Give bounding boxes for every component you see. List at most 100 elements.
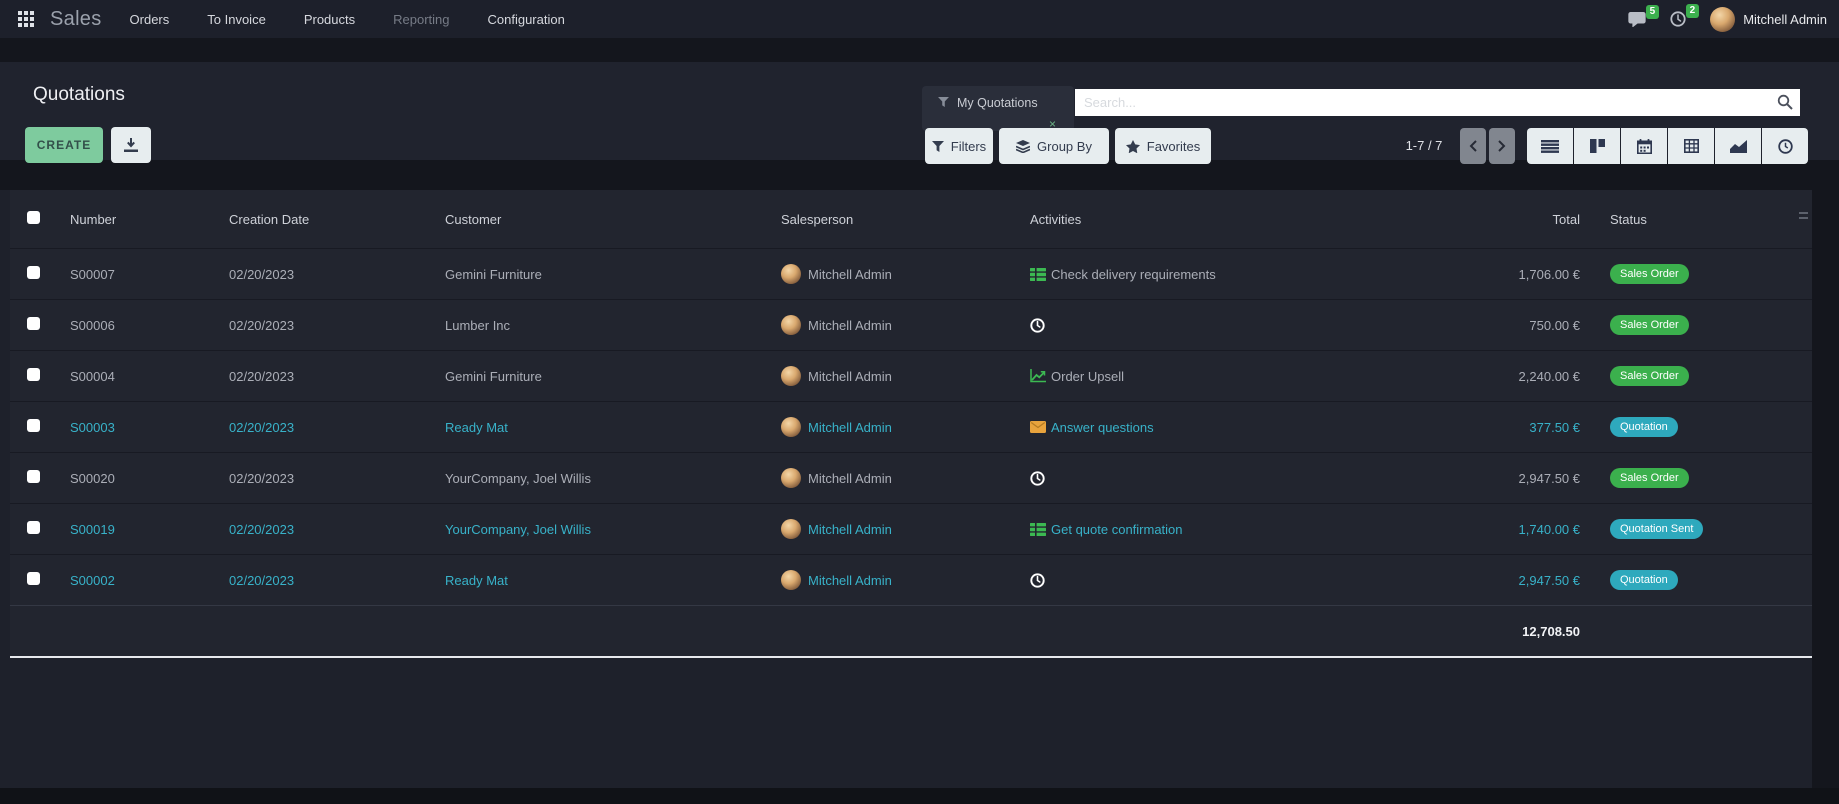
row-checkbox[interactable] xyxy=(27,368,40,381)
table-row[interactable]: S00006 02/20/2023 Lumber Inc Mitchell Ad… xyxy=(10,299,1812,350)
column-header-total[interactable]: Total xyxy=(1391,212,1586,227)
activity-label[interactable]: Get quote confirmation xyxy=(1051,522,1183,537)
row-checkbox[interactable] xyxy=(27,317,40,330)
total-amount: 2,947.50 € xyxy=(1391,573,1586,588)
salesperson-avatar xyxy=(781,366,801,386)
clock-activity-icon[interactable] xyxy=(1030,471,1045,486)
view-activity-button[interactable] xyxy=(1762,128,1808,164)
table-body: S00007 02/20/2023 Gemini Furniture Mitch… xyxy=(10,248,1812,605)
quotation-number: S00006 xyxy=(60,318,220,333)
table-row[interactable]: S00002 02/20/2023 Ready Mat Mitchell Adm… xyxy=(10,554,1812,605)
view-pivot-button[interactable] xyxy=(1668,128,1714,164)
total-amount: 2,240.00 € xyxy=(1391,369,1586,384)
column-header-creation-date[interactable]: Creation Date xyxy=(220,212,436,227)
table-row[interactable]: S00004 02/20/2023 Gemini Furniture Mitch… xyxy=(10,350,1812,401)
user-menu[interactable]: Mitchell Admin xyxy=(1710,7,1827,32)
user-name: Mitchell Admin xyxy=(1743,12,1827,27)
salesperson-name: Mitchell Admin xyxy=(808,471,892,486)
clock-activity-icon[interactable] xyxy=(1030,318,1045,333)
activities-count-badge: 2 xyxy=(1686,4,1700,18)
row-checkbox[interactable] xyxy=(27,572,40,585)
salesperson-name: Mitchell Admin xyxy=(808,573,892,588)
row-checkbox[interactable] xyxy=(27,266,40,279)
table-header-row: Number Creation Date Customer Salesperso… xyxy=(10,190,1812,248)
column-header-number[interactable]: Number xyxy=(60,212,220,227)
footer-total-sum: 12,708.50 xyxy=(1391,624,1586,639)
row-checkbox[interactable] xyxy=(27,470,40,483)
group-by-button[interactable]: Group By xyxy=(999,128,1109,164)
creation-date: 02/20/2023 xyxy=(220,267,436,282)
table-row[interactable]: S00003 02/20/2023 Ready Mat Mitchell Adm… xyxy=(10,401,1812,452)
pager-previous-button[interactable] xyxy=(1460,128,1486,164)
menu-item-orders[interactable]: Orders xyxy=(128,8,172,31)
table-row[interactable]: S00019 02/20/2023 YourCompany, Joel Will… xyxy=(10,503,1812,554)
create-button[interactable]: CREATE xyxy=(25,127,103,163)
pager-next-button[interactable] xyxy=(1489,128,1515,164)
list-bars-activity-icon[interactable] xyxy=(1030,523,1046,536)
clock-activity-icon[interactable] xyxy=(1030,573,1045,588)
menu-item-to-invoice[interactable]: To Invoice xyxy=(205,8,268,31)
column-header-salesperson[interactable]: Salesperson xyxy=(769,212,1019,227)
apps-menu-icon[interactable] xyxy=(12,5,40,33)
activity-label[interactable]: Check delivery requirements xyxy=(1051,267,1216,282)
creation-date: 02/20/2023 xyxy=(220,420,436,435)
list-bars-activity-icon[interactable] xyxy=(1030,268,1046,281)
table-row[interactable]: S00007 02/20/2023 Gemini Furniture Mitch… xyxy=(10,248,1812,299)
select-all-checkbox[interactable] xyxy=(27,211,40,224)
customer-name: YourCompany, Joel Willis xyxy=(436,471,769,486)
filters-button[interactable]: Filters xyxy=(925,128,993,164)
creation-date: 02/20/2023 xyxy=(220,522,436,537)
odoo-sales-window: Sales Orders To Invoice Products Reporti… xyxy=(0,0,1839,804)
search-icon[interactable] xyxy=(1777,94,1793,115)
activity-label[interactable]: Order Upsell xyxy=(1051,369,1124,384)
table-row[interactable]: S00020 02/20/2023 YourCompany, Joel Will… xyxy=(10,452,1812,503)
total-amount: 2,947.50 € xyxy=(1391,471,1586,486)
page-title: Quotations xyxy=(33,84,125,106)
activities-icon[interactable]: 2 xyxy=(1670,11,1686,27)
scrollbar-gutter[interactable] xyxy=(1812,190,1839,788)
menu-item-reporting[interactable]: Reporting xyxy=(391,8,451,31)
calendar-view-icon xyxy=(1637,139,1652,154)
view-graph-button[interactable] xyxy=(1715,128,1761,164)
salesperson-avatar xyxy=(781,570,801,590)
activity-view-icon xyxy=(1778,139,1793,154)
total-amount: 1,706.00 € xyxy=(1391,267,1586,282)
customer-name: YourCompany, Joel Willis xyxy=(436,522,769,537)
facet-label: My Quotations xyxy=(957,96,1038,110)
messages-icon[interactable]: 5 xyxy=(1628,12,1646,27)
table-footer-row: 12,708.50 xyxy=(10,605,1812,658)
view-list-button[interactable] xyxy=(1527,128,1573,164)
filter-icon xyxy=(932,141,944,152)
row-checkbox[interactable] xyxy=(27,521,40,534)
column-header-status[interactable]: Status xyxy=(1586,212,1812,227)
row-checkbox[interactable] xyxy=(27,419,40,432)
favorites-button[interactable]: Favorites xyxy=(1115,128,1211,164)
menu-item-products[interactable]: Products xyxy=(302,8,357,31)
view-calendar-button[interactable] xyxy=(1621,128,1667,164)
search-input[interactable] xyxy=(1075,89,1800,116)
optional-columns-toggle[interactable] xyxy=(1799,212,1808,219)
app-name[interactable]: Sales xyxy=(50,8,102,31)
quotation-number: S00020 xyxy=(60,471,220,486)
activity-label[interactable]: Answer questions xyxy=(1051,420,1154,435)
status-badge: Quotation xyxy=(1610,570,1678,590)
user-avatar xyxy=(1710,7,1735,32)
pivot-view-icon xyxy=(1684,139,1699,153)
view-kanban-button[interactable] xyxy=(1574,128,1620,164)
export-button[interactable] xyxy=(111,127,151,163)
graph-view-icon xyxy=(1730,140,1747,153)
salesperson-avatar xyxy=(781,468,801,488)
creation-date: 02/20/2023 xyxy=(220,318,436,333)
customer-name: Ready Mat xyxy=(436,573,769,588)
salesperson-name: Mitchell Admin xyxy=(808,318,892,333)
layers-icon xyxy=(1016,140,1030,153)
salesperson-avatar xyxy=(781,264,801,284)
column-header-customer[interactable]: Customer xyxy=(436,212,769,227)
download-icon xyxy=(124,138,138,152)
envelope-activity-icon[interactable] xyxy=(1030,421,1046,433)
menu-item-configuration[interactable]: Configuration xyxy=(486,8,567,31)
column-header-activities[interactable]: Activities xyxy=(1019,212,1391,227)
chart-activity-icon[interactable] xyxy=(1030,369,1046,383)
quotations-table: Number Creation Date Customer Salesperso… xyxy=(10,190,1812,658)
salesperson-avatar xyxy=(781,417,801,437)
